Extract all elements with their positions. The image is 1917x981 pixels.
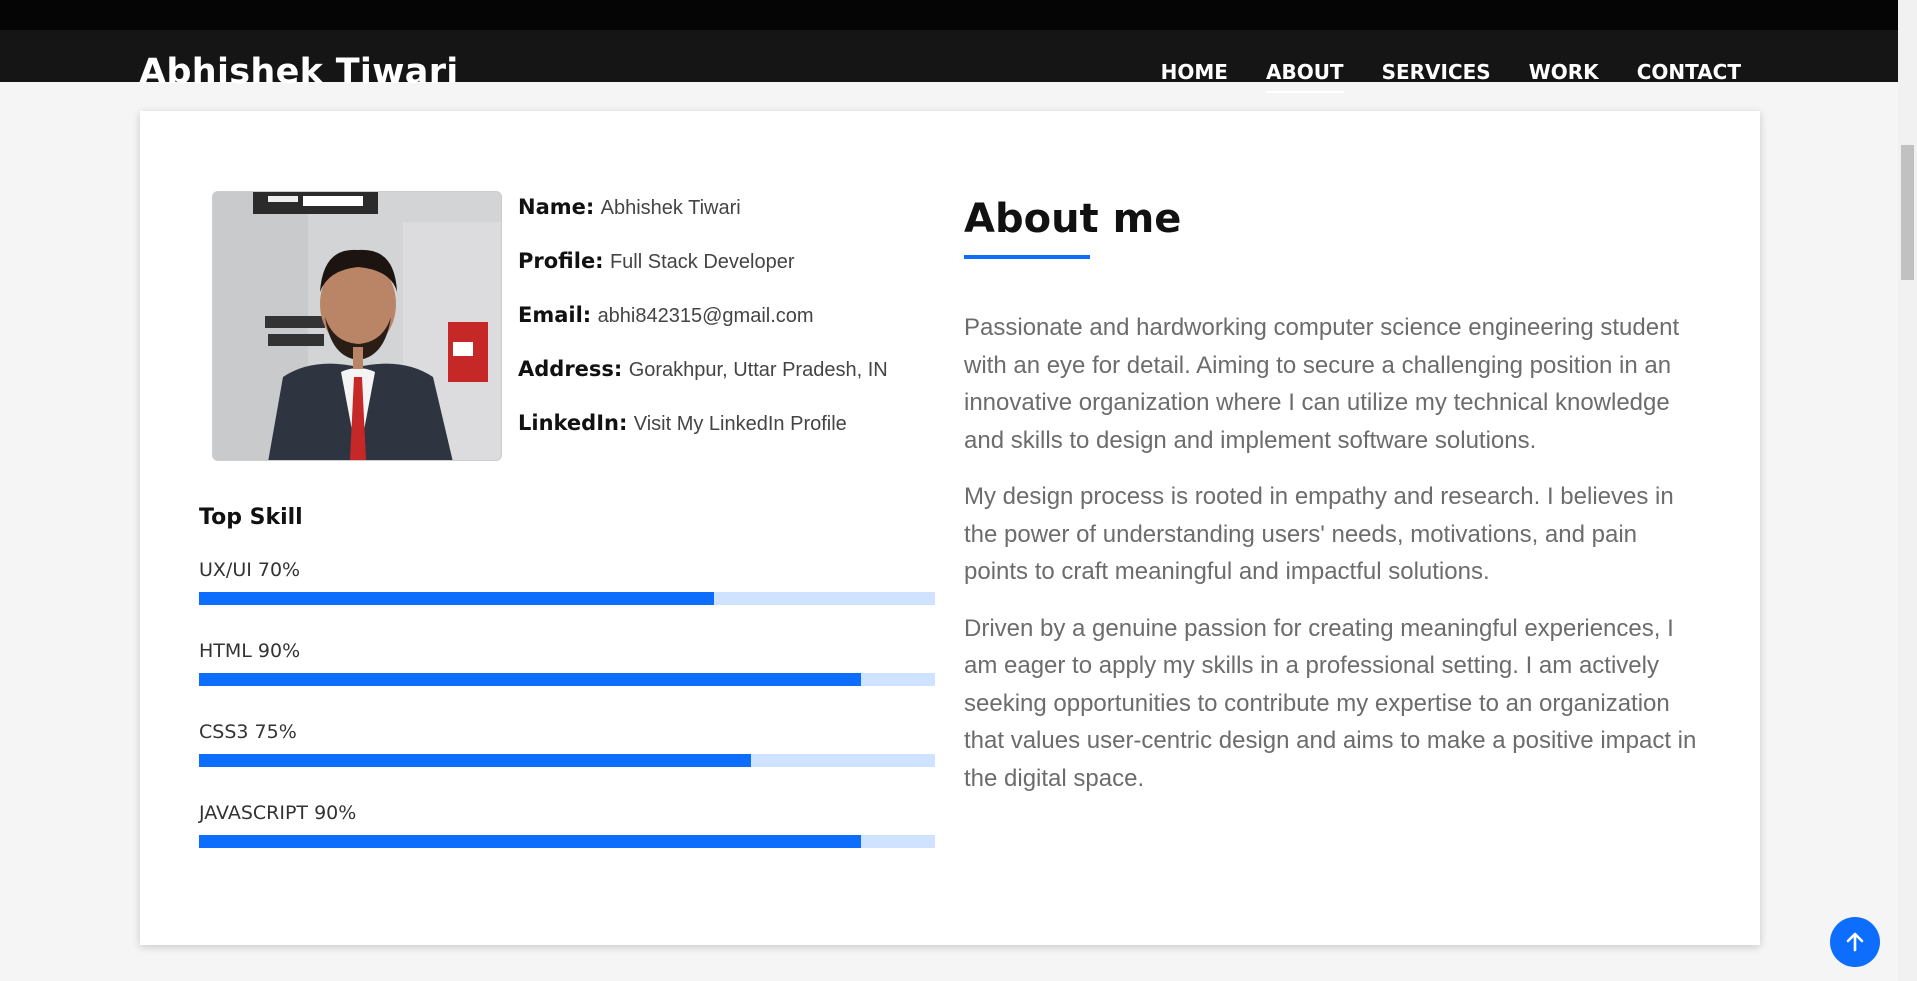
skills-title: Top Skill — [199, 505, 303, 530]
info-value: Full Stack Developer — [609, 251, 795, 273]
main-nav: HOME ABOUT SERVICES WORK CONTACT — [1161, 58, 1741, 93]
navbar: Abhishek Tiwari HOME ABOUT SERVICES WORK… — [0, 30, 1898, 93]
info-row-name: Name: Abhishek Tiwari — [518, 193, 888, 222]
skill-label: HTML 90% — [199, 640, 301, 662]
about-paragraph: My design process is rooted in empathy a… — [964, 483, 1674, 585]
nav-contact[interactable]: CONTACT — [1637, 58, 1741, 86]
page-scrollbar[interactable] — [1898, 0, 1917, 981]
skill-progress-bar — [199, 835, 935, 848]
brand-logo[interactable]: Abhishek Tiwari — [139, 48, 459, 96]
about-section: About me Passionate and hardworking comp… — [964, 191, 1704, 816]
title-underline — [964, 255, 1090, 259]
arrow-up-icon — [1846, 932, 1864, 952]
profile-photo — [212, 191, 502, 461]
linkedin-link[interactable]: Visit My LinkedIn Profile — [634, 413, 847, 435]
skill-item: CSS3 75% — [199, 719, 935, 767]
info-row-address: Address: Gorakhpur, Uttar Pradesh, IN — [518, 355, 888, 384]
skill-item: HTML 90% — [199, 638, 935, 686]
info-key: LinkedIn: — [518, 411, 628, 435]
info-value: Gorakhpur, Uttar Pradesh, IN — [628, 359, 888, 381]
skill-progress-fill — [199, 835, 862, 848]
skill-progress-bar — [199, 673, 935, 686]
about-title: About me — [964, 196, 1182, 242]
info-value: Abhishek Tiwari — [600, 197, 741, 219]
back-to-top-button[interactable] — [1830, 917, 1880, 967]
info-key: Email: — [518, 303, 592, 327]
nav-work[interactable]: WORK — [1529, 58, 1599, 86]
scrollbar-thumb[interactable] — [1901, 145, 1914, 280]
skill-label: UX/UI 70% — [199, 559, 301, 581]
skill-label: CSS3 75% — [199, 721, 297, 743]
skills-section: Top Skill UX/UI 70% HTML 90% CSS3 75% JA… — [199, 503, 935, 881]
skill-progress-fill — [199, 754, 751, 767]
info-value: abhi842315@gmail.com — [597, 305, 814, 327]
nav-services[interactable]: SERVICES — [1382, 58, 1491, 86]
skill-item: JAVASCRIPT 90% — [199, 800, 935, 848]
about-paragraph: Passionate and hardworking computer scie… — [964, 314, 1680, 454]
info-row-profile: Profile: Full Stack Developer — [518, 247, 888, 276]
top-band — [0, 0, 1898, 30]
skill-label: JAVASCRIPT 90% — [199, 802, 357, 824]
info-key: Address: — [518, 357, 623, 381]
info-row-linkedin: LinkedIn: Visit My LinkedIn Profile — [518, 409, 888, 438]
info-row-email: Email: abhi842315@gmail.com — [518, 301, 888, 330]
nav-home[interactable]: HOME — [1161, 58, 1228, 86]
skill-item: UX/UI 70% — [199, 557, 935, 605]
about-paragraph: Driven by a genuine passion for creating… — [964, 614, 1697, 792]
nav-about[interactable]: ABOUT — [1265, 58, 1344, 93]
profile-info: Name: Abhishek Tiwari Profile: Full Stac… — [518, 193, 888, 463]
skill-progress-bar — [199, 592, 935, 605]
info-key: Profile: — [518, 249, 604, 273]
info-key: Name: — [518, 195, 595, 219]
skill-progress-fill — [199, 673, 862, 686]
skill-progress-fill — [199, 592, 715, 605]
skill-progress-bar — [199, 754, 935, 767]
about-card: Name: Abhishek Tiwari Profile: Full Stac… — [140, 111, 1760, 945]
profile-photo-illustration — [213, 192, 501, 460]
